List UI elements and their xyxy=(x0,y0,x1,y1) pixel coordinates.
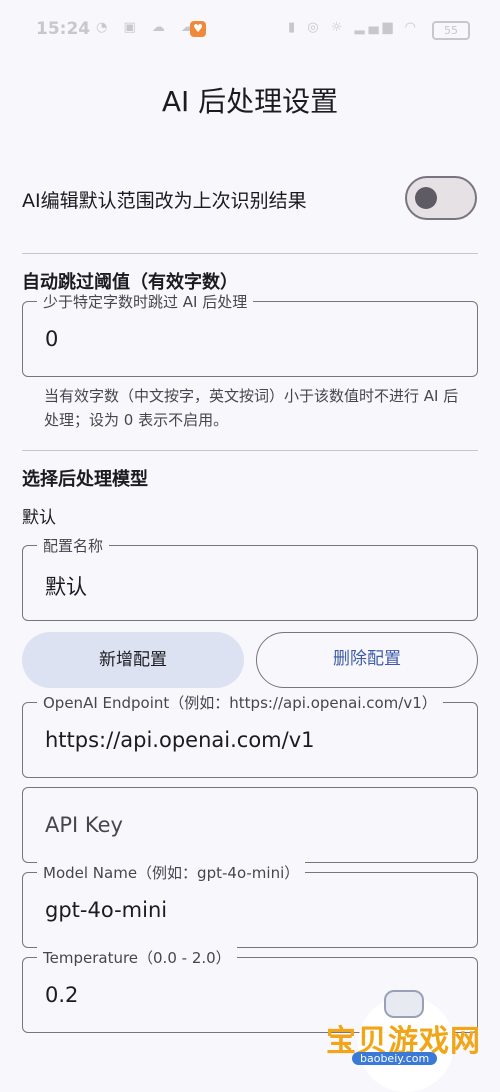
notification-icons: ◔ ▣ ☁ ☁ xyxy=(96,20,201,35)
config-name-field[interactable]: 配置名称 默认 xyxy=(22,535,478,621)
skip-threshold-label: 少于特定字数时跳过 AI 后处理 xyxy=(37,291,254,312)
app-notification-icon: ♥ xyxy=(190,21,206,37)
api-key-field[interactable]: API Key xyxy=(22,787,478,863)
temperature-value[interactable]: 0.2 xyxy=(45,983,78,1007)
model-section-title: 选择后处理模型 xyxy=(22,469,148,490)
default-range-toggle-label: AI编辑默认范围改为上次识别结果 xyxy=(22,190,307,212)
switch-knob xyxy=(415,187,437,209)
add-config-button[interactable]: 新增配置 xyxy=(22,632,244,688)
divider xyxy=(22,253,478,254)
endpoint-label: OpenAI Endpoint（例如：https://api.openai.co… xyxy=(37,692,443,713)
model-name-value[interactable]: gpt-4o-mini xyxy=(45,898,167,922)
default-range-switch[interactable] xyxy=(405,176,477,220)
endpoint-field[interactable]: OpenAI Endpoint（例如：https://api.openai.co… xyxy=(22,692,478,778)
page-title: AI 后处理设置 xyxy=(161,85,339,118)
model-name-label: Model Name（例如：gpt-4o-mini） xyxy=(37,862,306,883)
status-time: 15:24 xyxy=(36,19,91,39)
battery-icon: 55 xyxy=(432,21,470,40)
endpoint-value[interactable]: https://api.openai.com/v1 xyxy=(45,728,314,752)
status-bar: 15:24 ◔ ▣ ☁ ☁ ♥ ▮ ◎ ☼ ▂▄▆ ◠ 55 xyxy=(0,0,500,60)
delete-config-button[interactable]: 删除配置 xyxy=(256,632,478,688)
api-key-placeholder[interactable]: API Key xyxy=(45,813,123,837)
watermark-url: baobeiy.com xyxy=(352,1052,438,1065)
skip-threshold-value[interactable]: 0 xyxy=(45,327,58,351)
temperature-label: Temperature（0.0 - 2.0） xyxy=(37,947,237,968)
model-name-field[interactable]: Model Name（例如：gpt-4o-mini） gpt-4o-mini xyxy=(22,862,478,948)
divider xyxy=(22,450,478,451)
config-name-label: 配置名称 xyxy=(37,535,110,556)
skip-threshold-help: 当有效字数（中文按字，英文按词）小于该数值时不进行 AI 后处理；设为 0 表示… xyxy=(44,387,459,429)
config-name-value[interactable]: 默认 xyxy=(45,571,87,601)
selected-model[interactable]: 默认 xyxy=(22,503,56,528)
gamepad-icon xyxy=(384,990,424,1018)
signal-wifi-icons: ▮ ◎ ☼ ▂▄▆ ◠ xyxy=(287,20,420,35)
skip-threshold-field[interactable]: 少于特定字数时跳过 AI 后处理 0 xyxy=(22,291,478,377)
watermark-logo: 宝贝游戏网 baobeiy.com xyxy=(318,990,500,1092)
